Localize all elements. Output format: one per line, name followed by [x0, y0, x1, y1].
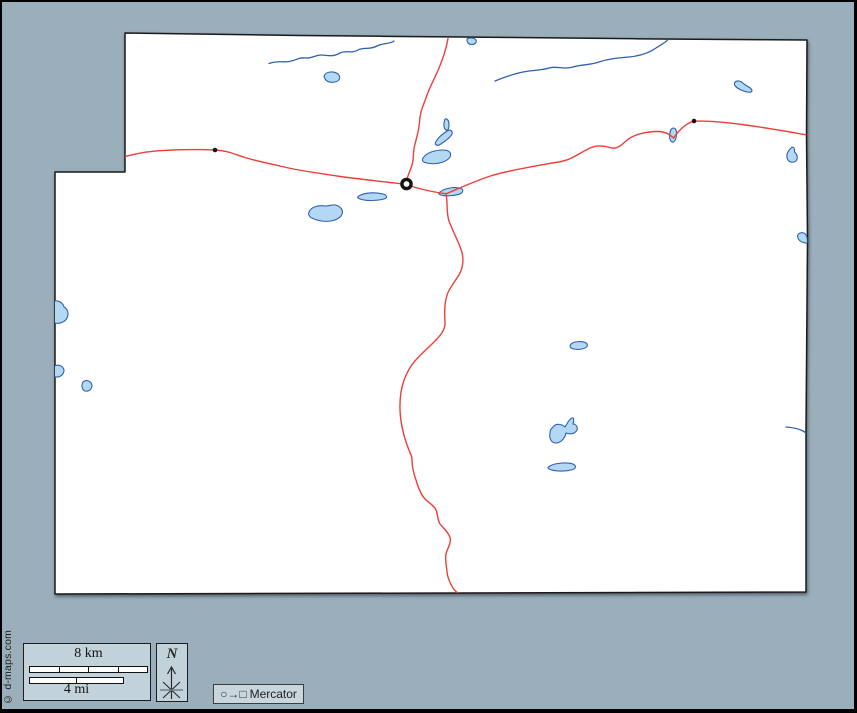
scale-bar-panel: 8 km 4 mi [23, 643, 151, 701]
lake [81, 380, 93, 392]
county-outline [54, 32, 809, 595]
projection-transform-icon: ○→□ [220, 687, 247, 701]
lake [443, 118, 450, 131]
scale-segment [117, 667, 147, 672]
north-arrow-icon [160, 665, 183, 699]
scale-bar-km [29, 666, 148, 673]
lake [466, 37, 477, 46]
place-dot [691, 118, 697, 124]
north-label: N [166, 646, 178, 662]
projection-label: Mercator [249, 687, 297, 701]
projection-panel: ○→□ Mercator [213, 684, 304, 704]
scale-segment [30, 667, 59, 672]
lake [308, 204, 343, 222]
north-arrow-panel: N [156, 643, 188, 702]
scale-segment [88, 667, 118, 672]
copyright-credit: © d-maps.com [2, 629, 14, 705]
lake [569, 341, 588, 350]
lake [357, 192, 388, 202]
map-canvas: 8 km 4 mi N ○→□ Mercator © d-maps.com [0, 0, 857, 713]
scale-mi-label: 4 mi [63, 682, 90, 697]
county-map [54, 32, 809, 595]
town-marker [400, 177, 413, 191]
lake [323, 71, 341, 83]
place-dot [212, 147, 218, 153]
scale-km-label: 8 km [74, 646, 103, 661]
scale-segment [58, 667, 88, 672]
